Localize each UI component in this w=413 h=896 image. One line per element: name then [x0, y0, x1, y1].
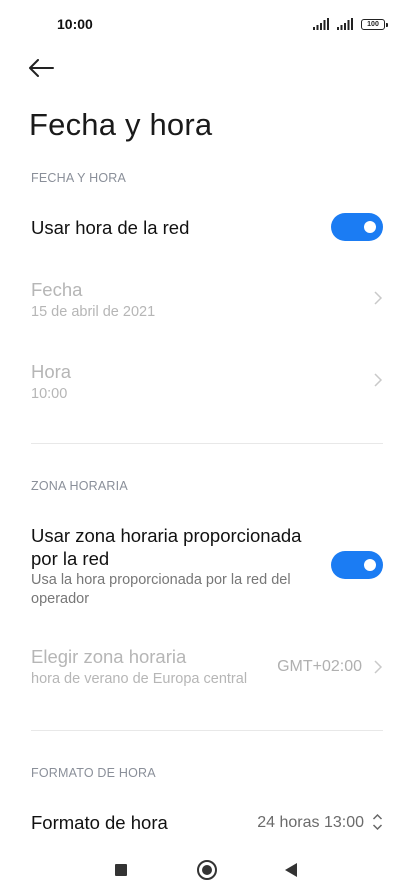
choose-zone-value: GMT+02:00	[277, 658, 362, 675]
choose-zone-row: Elegir zona horaria hora de verano de Eu…	[0, 638, 413, 702]
recents-button[interactable]	[115, 864, 127, 876]
date-value: 15 de abril de 2021	[31, 304, 156, 320]
signal-icon	[313, 18, 329, 30]
section-header-date-time: FECHA Y HORA	[31, 171, 127, 185]
chevron-up-down-icon	[372, 813, 383, 831]
chevron-right-icon	[374, 373, 383, 387]
time-label: Hora	[31, 361, 72, 382]
choose-zone-label: Elegir zona horaria	[31, 646, 187, 667]
back-button[interactable]	[28, 54, 62, 82]
network-zone-desc-line2: operador	[31, 591, 90, 607]
chevron-right-icon	[374, 291, 383, 305]
date-row: Fecha 15 de abril de 2021	[0, 270, 413, 334]
page-title: Fecha y hora	[29, 107, 213, 142]
time-format-row[interactable]: Formato de hora 24 horas 13:00	[0, 798, 413, 848]
battery-icon: 100	[361, 18, 388, 30]
section-header-time-zone: ZONA HORARIA	[31, 479, 128, 493]
status-icons: 100	[313, 16, 388, 32]
divider	[31, 443, 383, 444]
network-zone-row[interactable]: Usar zona horaria proporcionada por la r…	[0, 520, 413, 612]
nav-back-button[interactable]	[285, 863, 297, 877]
network-time-row[interactable]: Usar hora de la red	[0, 200, 413, 256]
time-format-value: 24 horas 13:00	[257, 814, 364, 831]
time-row: Hora 10:00	[0, 352, 413, 416]
navigation-bar	[0, 846, 413, 896]
network-zone-label-line2: por la red	[31, 548, 110, 569]
divider	[31, 730, 383, 731]
choose-zone-desc: hora de verano de Europa central	[31, 671, 248, 687]
signal-icon-2	[337, 18, 353, 30]
network-zone-toggle[interactable]	[331, 551, 383, 579]
status-bar: 10:00 100	[0, 0, 413, 50]
status-time: 10:00	[57, 16, 93, 32]
arrow-left-icon	[29, 59, 54, 77]
network-time-label: Usar hora de la red	[31, 217, 190, 238]
section-header-time-format: FORMATO DE HORA	[31, 766, 156, 780]
toggle-knob	[364, 221, 376, 233]
time-format-label: Formato de hora	[31, 812, 168, 833]
toggle-knob	[364, 559, 376, 571]
network-zone-desc-line1: Usa la hora proporcionada por la red del	[31, 572, 291, 588]
time-value: 10:00	[31, 386, 68, 402]
date-label: Fecha	[31, 279, 83, 300]
chevron-right-icon	[374, 660, 383, 674]
home-button[interactable]	[197, 860, 217, 880]
network-time-toggle[interactable]	[331, 213, 383, 241]
network-zone-label-line1: Usar zona horaria proporcionada	[31, 525, 302, 546]
